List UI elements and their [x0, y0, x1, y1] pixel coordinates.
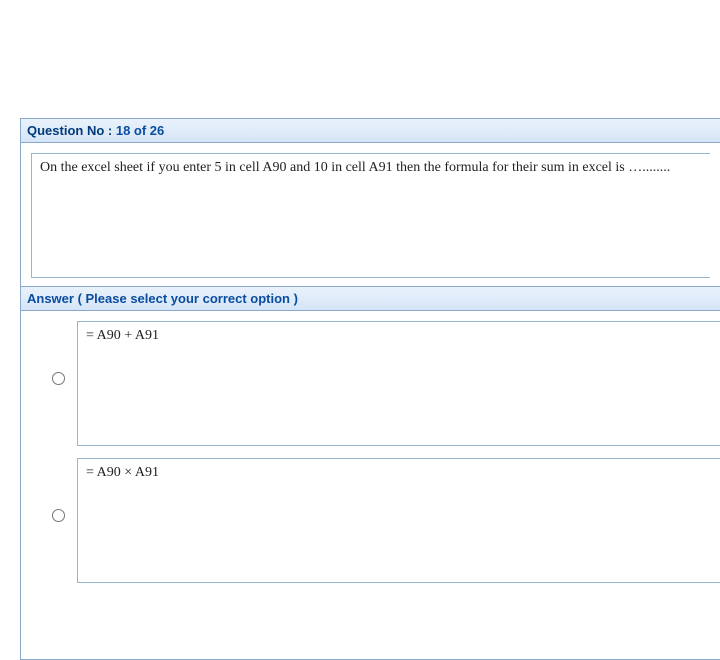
question-header-label: Question No :	[27, 123, 112, 138]
answer-header: Answer ( Please select your correct opti…	[21, 286, 720, 311]
question-text: On the excel sheet if you enter 5 in cel…	[40, 160, 670, 175]
options-list: = A90 + A91 = A90 × A91	[21, 311, 720, 583]
question-header: Question No : 18 of 26	[21, 119, 720, 143]
option-radio-2[interactable]	[52, 509, 65, 522]
radio-cell	[37, 458, 77, 522]
radio-cell	[37, 321, 77, 385]
question-area: On the excel sheet if you enter 5 in cel…	[21, 143, 720, 278]
option-box[interactable]: = A90 + A91	[77, 321, 720, 446]
answer-header-label: Answer ( Please select your correct opti…	[27, 291, 298, 306]
option-text: = A90 × A91	[86, 465, 159, 480]
option-box[interactable]: = A90 × A91	[77, 458, 720, 583]
option-text: = A90 + A91	[86, 328, 159, 343]
question-progress: 18 of 26	[116, 123, 164, 138]
question-text-box: On the excel sheet if you enter 5 in cel…	[31, 153, 710, 278]
main-panel: Question No : 18 of 26 On the excel shee…	[20, 118, 720, 660]
option-row: = A90 + A91	[37, 321, 720, 446]
quiz-container: Question No : 18 of 26 On the excel shee…	[20, 118, 720, 660]
option-row: = A90 × A91	[37, 458, 720, 583]
option-radio-1[interactable]	[52, 372, 65, 385]
